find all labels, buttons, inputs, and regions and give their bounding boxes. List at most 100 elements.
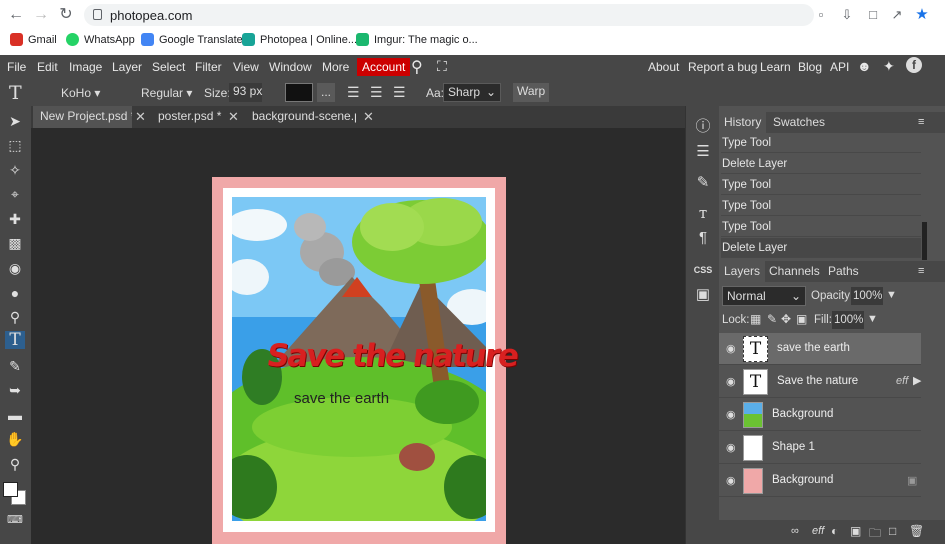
eye-icon[interactable]: ◉ [726,343,739,355]
menu-view[interactable]: View [233,60,259,74]
close-icon[interactable]: ✕ [135,106,146,128]
facebook-icon[interactable]: f [906,57,922,73]
link-report-bug[interactable]: Report a bug [688,60,757,74]
share-icon[interactable]: ↗ [888,6,906,24]
layer-name[interactable]: Shape 1 [772,441,815,453]
align-left-icon[interactable]: ☰ [347,84,360,101]
layer-row[interactable]: ◉ T Save the nature eff ▶ [719,366,921,398]
tab-poster[interactable]: poster.psd * [151,106,225,128]
antialias-select[interactable]: Sharp ⌄ [443,83,501,102]
menu-select[interactable]: Select [152,60,185,74]
mask-icon[interactable]: ▣ [850,524,861,538]
document-icon[interactable]: □ [864,6,882,24]
layer-effects-icon[interactable]: eff [812,525,824,537]
history-item[interactable]: Type Tool [721,133,921,153]
menu-image[interactable]: Image [69,60,102,74]
zoom-icon[interactable]: ⚲ [5,455,25,473]
bookmark-whatsapp[interactable]: WhatsApp [66,33,135,46]
search-icon[interactable]: ⚲ [411,57,423,77]
history-item[interactable]: Type Tool [721,196,921,216]
canvas-area[interactable]: Save the nature save the earth [31,128,685,544]
marquee-icon[interactable]: ⬚ [5,136,25,154]
history-item[interactable]: Delete Layer [721,238,921,258]
layer-name[interactable]: Background [772,474,833,486]
link-learn[interactable]: Learn [760,60,791,74]
menu-icon[interactable]: ≡ [913,261,929,282]
blur-icon[interactable]: ● [5,284,25,302]
layer-name[interactable]: Background [772,408,833,420]
adjustments-icon[interactable]: ☰ [692,141,714,163]
blend-mode-select[interactable]: Normal ⌄ [722,286,806,306]
layer-row[interactable]: ◉ Background [719,399,921,431]
download-icon[interactable]: ⇩ [838,6,856,24]
eye-icon[interactable]: ◉ [726,442,739,454]
font-style-select[interactable]: Regular ▾ [141,86,192,100]
keyboard-icon[interactable]: ⌨ [5,511,25,529]
fill-input[interactable]: 100% [832,311,864,329]
font-family-select[interactable]: KoHo ▾ [61,86,100,100]
folder-icon[interactable]: 🗀 [869,524,881,544]
link-api[interactable]: API [830,60,849,74]
path-select-icon[interactable]: ➥ [5,381,25,399]
url-text[interactable]: photopea.com [110,8,192,23]
menu-edit[interactable]: Edit [37,60,58,74]
move-icon[interactable]: ➤ [5,112,25,130]
eye-icon[interactable]: ◉ [726,409,739,421]
poster-subtitle[interactable]: save the earth [294,390,389,407]
link-blog[interactable]: Blog [798,60,822,74]
history-scrollbar[interactable] [922,222,927,260]
forward-icon[interactable]: → [32,6,50,24]
history-item[interactable]: Type Tool [721,175,921,195]
healing-icon[interactable]: ✚ [5,210,25,228]
reload-icon[interactable]: ↻ [57,6,75,24]
close-icon[interactable]: ✕ [363,106,374,128]
effects-icon[interactable]: eff [896,375,908,387]
magic-wand-icon[interactable]: ✧ [5,161,25,179]
pen-icon[interactable]: ✎ [5,357,25,375]
lock-pixels-icon[interactable]: ▦ [750,312,761,326]
twitter-icon[interactable]: ✦ [883,58,895,75]
account-button[interactable]: Account [357,58,411,76]
history-item[interactable]: Delete Layer [721,154,921,174]
opacity-input[interactable]: 100% [851,287,883,305]
shape-icon[interactable]: ▬ [5,406,25,424]
hand-icon[interactable]: ✋ [5,430,25,448]
layer-row[interactable]: ◉ T save the earth [719,333,921,365]
menu-layer[interactable]: Layer [112,60,142,74]
align-right-icon[interactable]: ☰ [393,84,406,101]
brush-icon[interactable]: ✎ [692,172,714,194]
bookmark-gmail[interactable]: Gmail [10,33,57,46]
lock-all-icon[interactable]: ▣ [796,312,807,326]
stamp-icon[interactable]: ▩ [5,234,25,252]
layer-name[interactable]: Save the nature [777,375,858,387]
text-color-swatch[interactable] [285,83,313,102]
star-icon[interactable]: ★ [913,6,931,24]
eraser-icon[interactable]: ◉ [5,259,25,277]
link-about[interactable]: About [648,60,679,74]
font-size-input[interactable]: 93 px [229,83,262,102]
character-icon[interactable]: ᴛ [692,202,714,224]
reddit-icon[interactable]: ☻ [857,58,872,74]
fullscreen-icon[interactable]: ⛶ [437,58,447,75]
menu-file[interactable]: File [7,60,26,74]
align-center-icon[interactable]: ☰ [370,84,383,101]
bookmark-photopea[interactable]: Photopea | Online... [242,33,357,46]
menu-filter[interactable]: Filter [195,60,222,74]
fill-dropdown-icon[interactable]: ▼ [867,313,878,325]
tab-paths[interactable]: Paths [823,261,864,282]
dodge-icon[interactable]: ⚲ [5,308,25,326]
layer-name[interactable]: save the earth [777,342,850,354]
menu-more[interactable]: More [322,60,349,74]
adjustment-layer-icon[interactable]: ◐ [831,524,838,538]
back-icon[interactable]: ← [7,6,25,24]
menu-window[interactable]: Window [269,60,312,74]
expand-effects-icon[interactable]: ▶ [913,374,921,387]
history-item[interactable]: Type Tool [721,217,921,237]
eye-icon[interactable]: ◉ [726,475,739,487]
close-icon[interactable]: ✕ [228,106,239,128]
link-layers-icon[interactable]: ∞ [791,525,799,537]
lock-paint-icon[interactable]: ✎ [767,312,777,326]
css-icon[interactable]: CSS [692,259,714,281]
tab-background-scene[interactable]: background-scene.psd [245,106,356,128]
paragraph-icon[interactable]: ¶ [692,227,714,249]
